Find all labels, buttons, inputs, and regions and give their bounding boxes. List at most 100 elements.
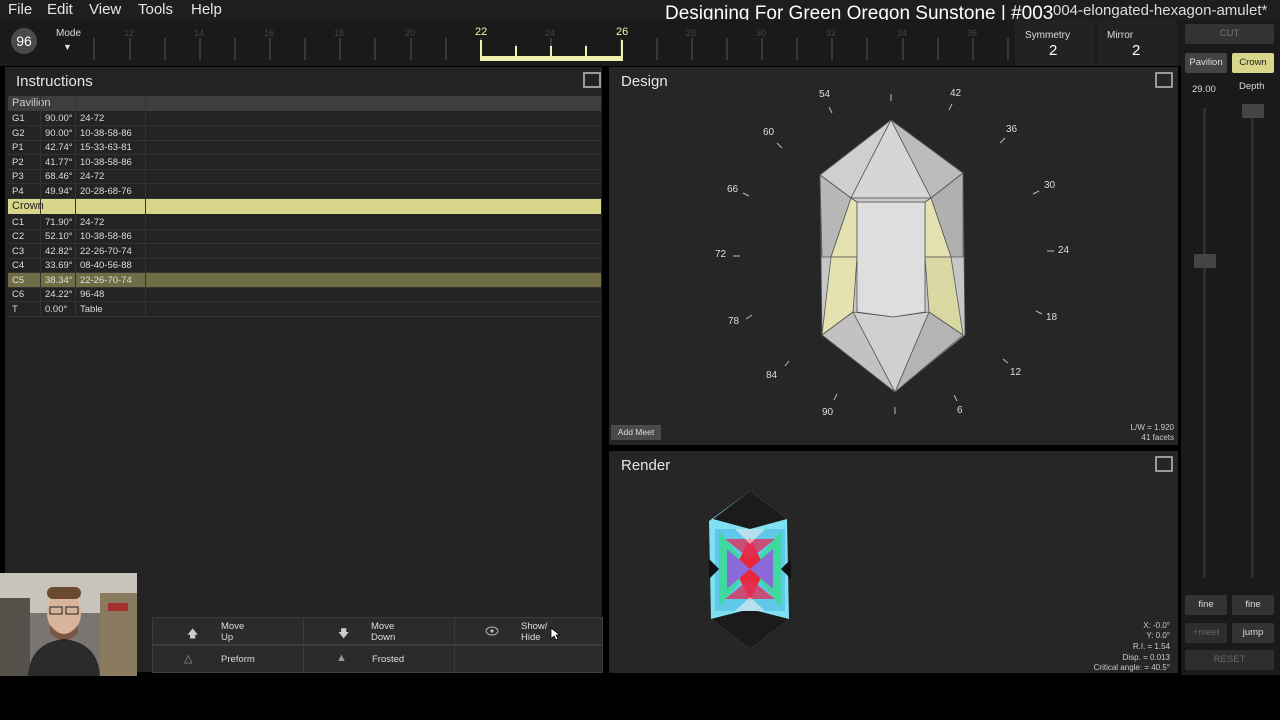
depth-slider-thumb[interactable]	[1242, 104, 1264, 118]
facet-angle: 52.10°	[45, 231, 73, 242]
facet-name: P2	[12, 157, 24, 168]
table-row[interactable]: P4 49.94° 20-28-68-76	[8, 184, 601, 199]
pavilion-header[interactable]: Pavilion	[8, 96, 601, 111]
menu-edit[interactable]: Edit	[47, 1, 73, 18]
ruler-label: 36	[967, 28, 978, 38]
table-row[interactable]: P1 42.74° 15-33-63-81	[8, 140, 601, 155]
ruler-label: 14	[194, 28, 205, 38]
rotation-y: Y: 0.0°	[1146, 631, 1170, 640]
eye-icon	[485, 626, 499, 636]
frosted-button[interactable]: ▲ Frosted	[303, 645, 455, 673]
facet-name: C1	[12, 217, 25, 228]
menu-bar: File Edit View Tools Help Designing For …	[0, 0, 1280, 24]
cut-button[interactable]: CUT	[1185, 24, 1274, 44]
show-hide-button[interactable]: Show/ Hide	[454, 617, 603, 645]
crown-header[interactable]: Crown	[8, 199, 601, 214]
facet-angle: 38.34°	[45, 275, 73, 286]
column-divider	[75, 96, 76, 317]
cursor-icon	[550, 627, 560, 641]
angle-slider-thumb[interactable]	[1194, 254, 1216, 268]
symmetry-control[interactable]: Symmetry 2	[1015, 20, 1095, 66]
facet-angle: 42.74°	[45, 142, 73, 153]
rotation-x: X: -0.0°	[1143, 621, 1170, 630]
mirror-control[interactable]: Mirror 2	[1097, 20, 1177, 66]
menu-view[interactable]: View	[89, 1, 121, 18]
column-divider	[145, 96, 146, 317]
refractive-index: R.I. = 1.54	[1132, 642, 1170, 651]
chevron-down-icon[interactable]: ▼	[63, 42, 72, 52]
crown-toggle[interactable]: Crown	[1232, 53, 1274, 73]
ruler-label: 24	[545, 28, 556, 38]
empty-action-slot	[454, 645, 603, 673]
dial-label: 90	[822, 407, 834, 418]
menu-tools[interactable]: Tools	[138, 1, 173, 18]
move-down-label: Down	[371, 632, 396, 643]
pavilion-toggle[interactable]: Pavilion	[1185, 53, 1227, 73]
gem-render-image[interactable]	[705, 489, 795, 651]
ruler-label: 12	[124, 28, 135, 38]
facet-angle: 41.77°	[45, 157, 73, 168]
facet-name: C4	[12, 260, 25, 271]
table-row[interactable]: C6 24.22° 96-48	[8, 287, 601, 302]
dial-label: 24	[1058, 245, 1070, 256]
table-row[interactable]: C4 33.69° 08-40-56-88	[8, 258, 601, 273]
index-ruler[interactable]: 12 14 16 18 20 22 24 26 28 30 32 34 36	[93, 20, 1013, 66]
jump-button[interactable]: jump	[1232, 623, 1274, 643]
resolution-badge[interactable]: 96	[11, 28, 37, 54]
triangle-outline-icon: △	[184, 653, 193, 665]
table-row[interactable]: C1 71.90° 24-72	[8, 215, 601, 230]
facet-indices: 22-26-70-74	[80, 246, 132, 257]
ruler-label: 30	[756, 28, 767, 38]
move-up-button[interactable]: 🡅 Move Up	[152, 617, 304, 645]
render-title: Render	[621, 457, 671, 474]
preform-button[interactable]: △ Preform	[152, 645, 304, 673]
maximize-icon[interactable]	[1155, 456, 1173, 472]
table-row[interactable]: T 0.00° Table	[8, 302, 601, 317]
document-title: 004-elongated-hexagon-amulet*	[1053, 2, 1268, 19]
gem-diagram[interactable]	[609, 67, 1178, 445]
facet-indices: 96-48	[80, 289, 105, 300]
add-meet-button[interactable]: Add Meet	[611, 425, 661, 440]
table-row[interactable]: P2 41.77° 10-38-58-86	[8, 155, 601, 170]
fine-left-button[interactable]: fine	[1185, 595, 1227, 615]
table-row[interactable]: G2 90.00° 10-38-58-86	[8, 126, 601, 141]
menu-file[interactable]: File	[8, 1, 32, 18]
maximize-icon[interactable]	[583, 72, 601, 88]
angle-value: 29.00	[1192, 84, 1216, 95]
bottom-letterbox	[0, 676, 1280, 720]
ruler-label: 18	[334, 28, 345, 38]
table-row[interactable]: P3 68.46° 24-72	[8, 169, 601, 184]
dial-label: 72	[715, 249, 727, 260]
instruction-actions: 🡅 Move Up 🡇 Move Down Show/ Hide △ Prefo…	[152, 617, 603, 673]
mirror-value: 2	[1132, 42, 1141, 59]
facet-angle: 90.00°	[45, 128, 73, 139]
facet-angle: 90.00°	[45, 113, 73, 124]
ruler-label: 20	[405, 28, 416, 38]
facet-angle: 24.22°	[45, 289, 73, 300]
facet-name: G1	[12, 113, 25, 124]
table-row[interactable]: C2 52.10° 10-38-58-86	[8, 229, 601, 244]
angle-slider-track[interactable]	[1203, 108, 1206, 578]
ruler-label-selected: 22	[475, 26, 488, 38]
menu-help[interactable]: Help	[191, 1, 222, 18]
preform-label: Preform	[221, 654, 255, 665]
arrow-up-icon: 🡅	[187, 628, 199, 640]
facet-name: P4	[12, 186, 24, 197]
cut-controls: CUT Pavilion Crown 29.00 Depth fine fine…	[1181, 20, 1280, 675]
move-down-button[interactable]: 🡇 Move Down	[303, 617, 455, 645]
table-row-selected[interactable]: C5 38.34° 22-26-70-74	[8, 273, 601, 288]
pavilion-header-label: Pavilion	[12, 97, 51, 109]
webcam-image	[0, 573, 137, 676]
facet-angle: 33.69°	[45, 260, 73, 271]
facet-angle: 49.94°	[45, 186, 73, 197]
table-row[interactable]: C3 42.82° 22-26-70-74	[8, 244, 601, 259]
mode-label: Mode	[56, 28, 82, 39]
meet-button[interactable]: +meet	[1185, 623, 1227, 643]
reset-button[interactable]: RESET	[1185, 650, 1274, 670]
depth-slider-track[interactable]	[1251, 108, 1254, 578]
frosted-label: Frosted	[372, 654, 405, 665]
facet-angle: 0.00°	[45, 304, 68, 315]
facet-name: C6	[12, 289, 25, 300]
fine-right-button[interactable]: fine	[1232, 595, 1274, 615]
table-row[interactable]: G1 90.00° 24-72	[8, 111, 601, 126]
